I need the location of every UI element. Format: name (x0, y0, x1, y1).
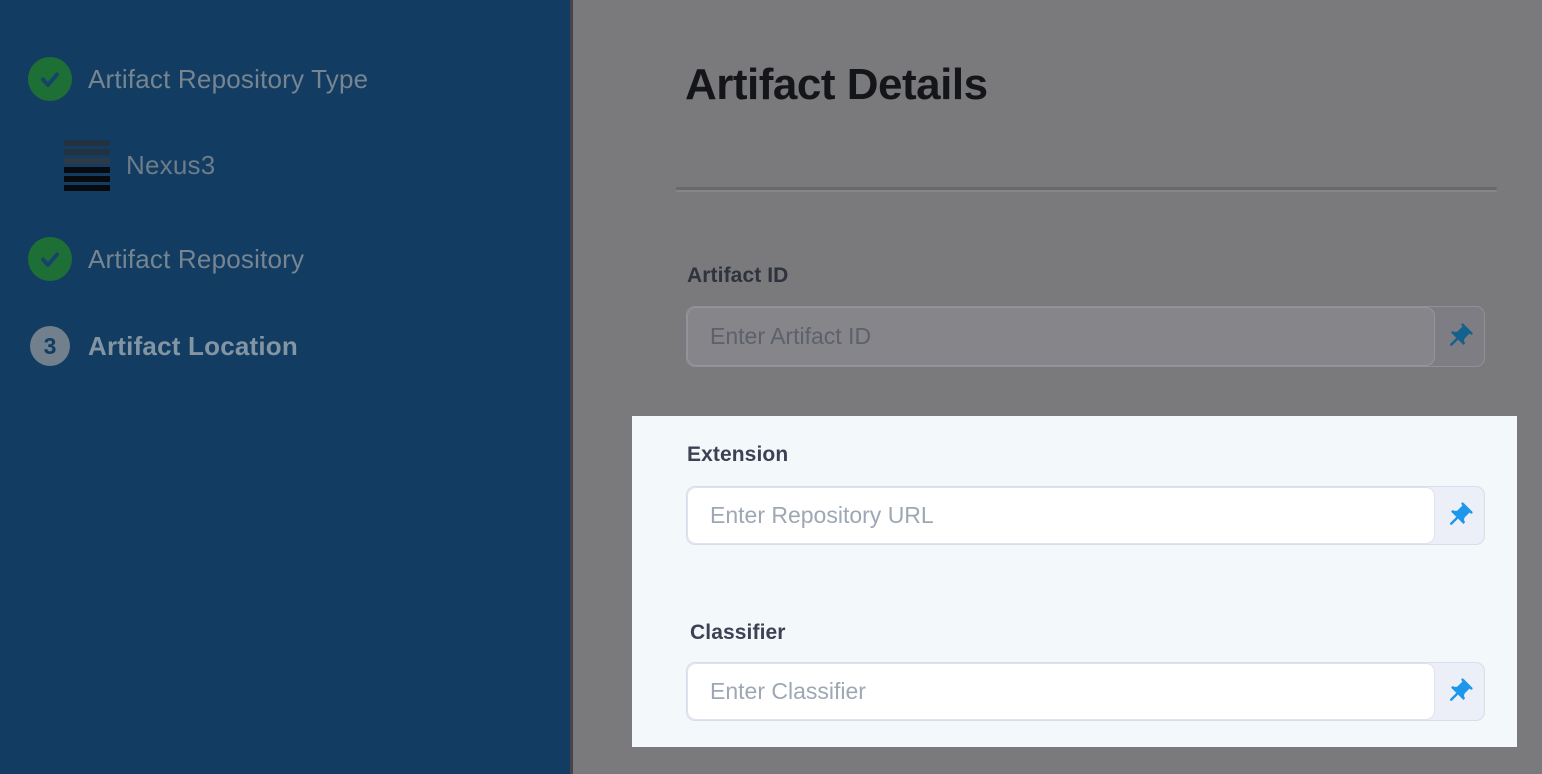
pushpin-icon (1444, 677, 1474, 707)
classifier-label: Classifier (690, 621, 786, 645)
step-label: Artifact Repository Type (88, 64, 368, 95)
step-complete-badge (28, 237, 72, 281)
extension-field-group (686, 486, 1485, 545)
classifier-pin-button[interactable] (1433, 663, 1484, 720)
section-divider (676, 187, 1497, 190)
artifact-id-label: Artifact ID (687, 264, 788, 288)
extension-pin-button[interactable] (1433, 487, 1484, 544)
wizard-steps-sidebar: Artifact Repository Type Nexus3 Artifact… (0, 0, 573, 774)
classifier-input[interactable] (687, 663, 1435, 720)
sidebar-item-artifact-repository[interactable]: Artifact Repository (28, 237, 304, 281)
sidebar-item-nexus3[interactable]: Nexus3 (64, 140, 215, 190)
check-icon (28, 237, 72, 281)
sidebar-item-artifact-location[interactable]: 3 Artifact Location (28, 326, 298, 366)
step-complete-badge (28, 57, 72, 101)
classifier-field-group (686, 662, 1485, 721)
step-label: Artifact Location (88, 331, 298, 362)
check-icon (28, 57, 72, 101)
step-label: Artifact Repository (88, 244, 304, 275)
artifact-wizard-window: Artifact Repository Type Nexus3 Artifact… (0, 0, 1542, 774)
tour-spotlight-region: Extension Classifier (632, 416, 1517, 747)
extension-input[interactable] (687, 487, 1435, 544)
nexus3-stack-icon (64, 140, 110, 191)
artifact-id-field-group (686, 306, 1485, 367)
sidebar-item-artifact-repository-type[interactable]: Artifact Repository Type (28, 57, 368, 101)
pushpin-icon (1444, 322, 1474, 352)
selected-repo-type-label: Nexus3 (126, 150, 215, 181)
artifact-id-input[interactable] (687, 307, 1435, 366)
artifact-id-pin-button[interactable] (1433, 307, 1484, 366)
step-number: 3 (30, 326, 70, 366)
step-number-badge: 3 (28, 326, 72, 366)
pushpin-icon (1444, 501, 1474, 531)
extension-label: Extension (687, 443, 788, 467)
page-title: Artifact Details (685, 60, 988, 110)
